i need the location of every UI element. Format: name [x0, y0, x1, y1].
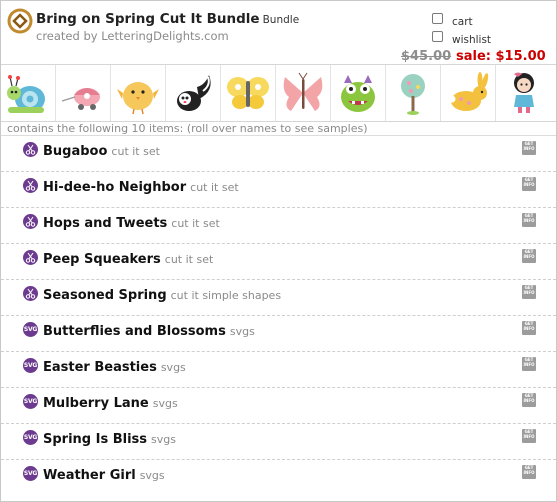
girl-icon	[513, 72, 534, 113]
item-link[interactable]: Hi-dee-ho Neighbor cut it set	[43, 180, 239, 195]
thumbnail-pink-butterfly[interactable]	[276, 65, 331, 121]
thumbnail-camper[interactable]	[56, 65, 111, 121]
item-type: svgs	[160, 361, 186, 374]
item-link[interactable]: Peep Squeakers cut it set	[43, 252, 213, 267]
bundle-header: Bring on Spring Cut It Bundle Bundle crea…	[1, 1, 556, 64]
item-name[interactable]: Weather Girl	[43, 468, 136, 483]
item-type: cut it set	[111, 145, 160, 158]
svg-icon: SVG	[23, 358, 38, 373]
item-name[interactable]: Butterflies and Blossoms	[43, 324, 226, 339]
get-info-icon[interactable]: GET INFO	[522, 177, 536, 191]
scissors-icon	[23, 286, 38, 301]
item-name[interactable]: Bugaboo	[43, 144, 107, 159]
list-item: Bugaboo cut it set GET INFO	[1, 135, 556, 171]
get-info-icon[interactable]: GET INFO	[522, 429, 536, 443]
bundle-panel: Bring on Spring Cut It Bundle Bundle crea…	[0, 0, 557, 502]
get-info-icon[interactable]: GET INFO	[522, 321, 536, 335]
lettering-delights-logo-icon	[7, 8, 33, 34]
item-name[interactable]: Hi-dee-ho Neighbor	[43, 180, 186, 195]
item-type: cut it set	[164, 253, 214, 266]
list-item: Hi-dee-ho Neighbor cut it set GET INFO	[1, 171, 556, 207]
tree-icon	[401, 74, 425, 115]
item-type: svgs	[229, 325, 255, 338]
cart-checkbox[interactable]	[432, 13, 443, 24]
bundle-title[interactable]: Bring on Spring Cut It Bundle Bundle	[36, 11, 299, 27]
list-item: SVG Butterflies and Blossoms svgs GET INFO	[1, 315, 556, 351]
wishlist-label[interactable]: wishlist	[452, 34, 491, 46]
green-monster-icon	[341, 75, 375, 112]
item-type: cut it set	[171, 217, 220, 230]
sale-price: sale: $15.00	[456, 49, 546, 64]
svg-icon: SVG	[23, 430, 38, 445]
item-type: svgs	[151, 433, 176, 446]
svg-icon: SVG	[23, 466, 38, 481]
item-link[interactable]: Hops and Tweets cut it set	[43, 216, 220, 231]
wishlist-checkbox[interactable]	[432, 31, 443, 42]
get-info-icon[interactable]: GET INFO	[522, 249, 536, 263]
thumbnail-chick[interactable]	[111, 65, 166, 121]
thumbnail-bunny[interactable]	[441, 65, 496, 121]
list-item: SVG Spring Is Bliss svgs GET INFO	[1, 423, 556, 459]
item-type: svgs	[152, 397, 178, 410]
thumbnail-monster[interactable]	[331, 65, 386, 121]
svg-icon: SVG	[23, 322, 38, 337]
bundle-items-list: Bugaboo cut it set GET INFO Hi-dee-ho Neig…	[1, 135, 556, 495]
item-name[interactable]: Hops and Tweets	[43, 216, 167, 231]
bundle-title-text[interactable]: Bring on Spring Cut It Bundle	[36, 11, 260, 27]
item-link[interactable]: Spring Is Bliss svgs	[43, 432, 176, 447]
scissors-icon	[23, 214, 38, 229]
item-link[interactable]: Seasoned Spring cut it simple shapes	[43, 288, 281, 303]
get-info-icon[interactable]: GET INFO	[522, 357, 536, 371]
get-info-icon[interactable]: GET INFO	[522, 393, 536, 407]
pink-butterfly-icon	[283, 72, 323, 111]
list-item: Seasoned Spring cut it simple shapes GET I…	[1, 279, 556, 315]
thumbnail-tree[interactable]	[386, 65, 441, 121]
chick-icon	[117, 82, 159, 115]
camper-bug-icon	[61, 88, 100, 110]
list-item: SVG Easter Beasties svgs GET INFO	[1, 351, 556, 387]
get-info-icon[interactable]: GET INFO	[522, 285, 536, 299]
list-item: Peep Squeakers cut it set GET INFO	[1, 243, 556, 279]
item-name[interactable]: Spring Is Bliss	[43, 432, 147, 447]
bundle-badge: Bundle	[262, 14, 300, 26]
skunk-icon	[177, 75, 211, 111]
item-type: cut it set	[190, 181, 239, 194]
get-info-icon[interactable]: GET INFO	[522, 141, 536, 155]
item-link[interactable]: Weather Girl svgs	[43, 468, 165, 483]
snail-icon	[7, 75, 45, 113]
item-name[interactable]: Peep Squeakers	[43, 252, 161, 267]
bunny-icon	[448, 72, 489, 111]
item-name[interactable]: Easter Beasties	[43, 360, 157, 375]
thumbnail-yellow-butterfly[interactable]	[221, 65, 276, 121]
svg-icon: SVG	[23, 394, 38, 409]
item-link[interactable]: Easter Beasties svgs	[43, 360, 186, 375]
item-type: svgs	[139, 469, 165, 482]
item-link[interactable]: Mulberry Lane svgs	[43, 396, 178, 411]
yellow-butterfly-icon	[227, 77, 269, 109]
item-link[interactable]: Bugaboo cut it set	[43, 144, 160, 159]
cart-label[interactable]: cart	[452, 16, 473, 28]
creator-text: created by LetteringDelights.com	[36, 29, 229, 43]
thumbnail-skunk[interactable]	[166, 65, 221, 121]
list-item: Hops and Tweets cut it set GET INFO	[1, 207, 556, 243]
thumbnail-girl[interactable]	[496, 65, 551, 121]
thumbnail-snail[interactable]	[1, 65, 56, 121]
item-name[interactable]: Mulberry Lane	[43, 396, 149, 411]
list-item: SVG Weather Girl svgs GET INFO	[1, 459, 556, 495]
original-price: $45.00	[401, 49, 452, 64]
item-type: cut it simple shapes	[170, 289, 282, 302]
get-info-icon[interactable]: GET INFO	[522, 213, 536, 227]
get-info-icon[interactable]: GET INFO	[522, 465, 536, 479]
thumbnail-strip	[1, 64, 556, 122]
scissors-icon	[23, 250, 38, 265]
scissors-icon	[23, 178, 38, 193]
item-link[interactable]: Butterflies and Blossoms svgs	[43, 324, 255, 339]
contains-note: contains the following 10 items: (roll o…	[7, 122, 368, 135]
list-item: SVG Mulberry Lane svgs GET INFO	[1, 387, 556, 423]
scissors-icon	[23, 142, 38, 157]
item-name[interactable]: Seasoned Spring	[43, 288, 167, 303]
